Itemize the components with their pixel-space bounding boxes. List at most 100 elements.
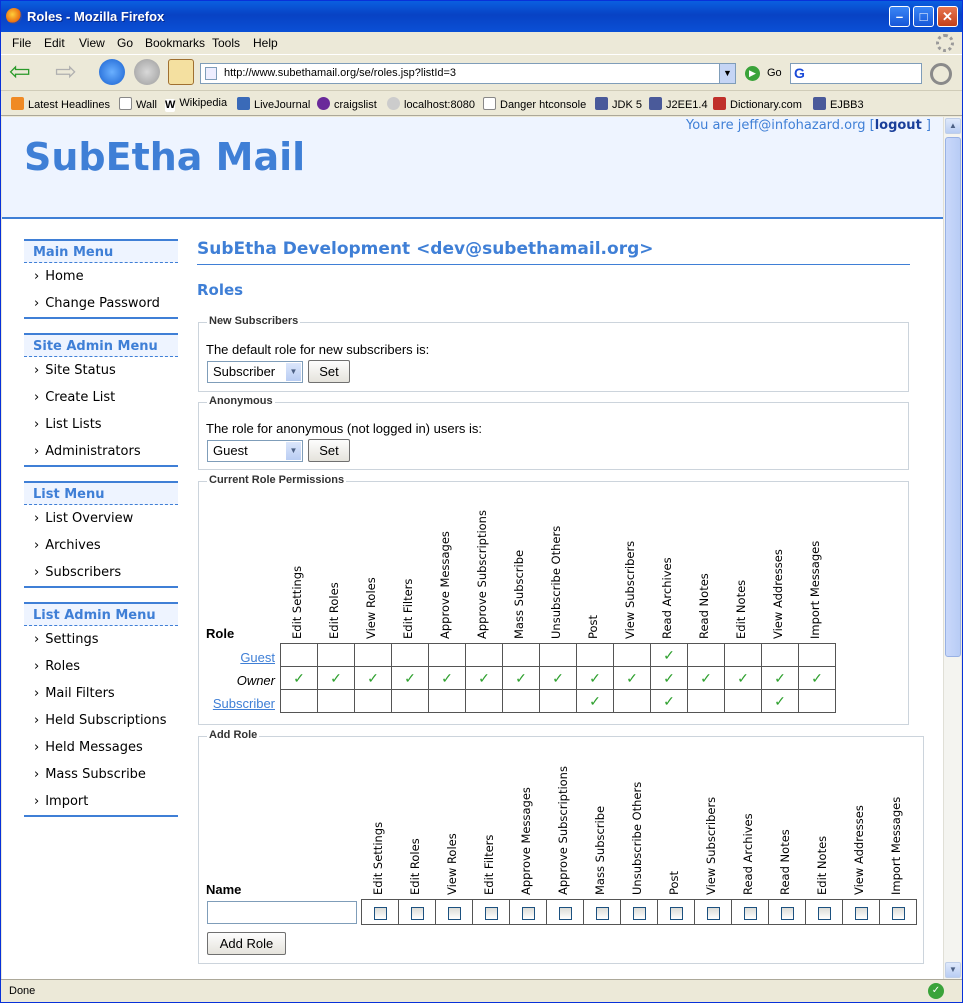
role-name-subscriber[interactable]: Subscriber bbox=[201, 696, 275, 711]
bookmark-jdk5[interactable]: JDK 5 bbox=[595, 97, 642, 111]
gear-icon[interactable] bbox=[930, 63, 952, 85]
permission-checkbox[interactable] bbox=[521, 906, 535, 920]
empty-cell bbox=[354, 689, 392, 713]
empty-cell bbox=[724, 689, 762, 713]
stop-icon[interactable] bbox=[134, 59, 160, 85]
logout-link[interactable]: logout bbox=[875, 118, 922, 133]
permission-cell bbox=[509, 899, 547, 925]
user-line: You are jeff@infohazard.org [logout ] bbox=[686, 118, 931, 133]
scroll-thumb[interactable] bbox=[945, 137, 961, 657]
permission-header: Edit Roles bbox=[408, 838, 422, 895]
google-search-icon: G bbox=[794, 65, 805, 81]
permission-checkbox[interactable] bbox=[484, 906, 498, 920]
sidebar-item-settings[interactable]: Settings bbox=[24, 626, 178, 653]
anonymous-role-text: The role for anonymous (not logged in) u… bbox=[206, 421, 483, 436]
sidebar-item-home[interactable]: Home bbox=[24, 263, 178, 290]
url-history-dropdown-icon[interactable]: ▼ bbox=[719, 64, 735, 83]
url-text[interactable]: http://www.subethamail.org/se/roles.jsp?… bbox=[224, 67, 456, 79]
permission-header: Edit Notes bbox=[734, 579, 748, 639]
permission-checkbox[interactable] bbox=[558, 906, 572, 920]
throbber-icon bbox=[936, 34, 954, 52]
permission-checkbox[interactable] bbox=[632, 906, 646, 920]
sidebar-item-roles[interactable]: Roles bbox=[24, 653, 178, 680]
permission-checkbox[interactable] bbox=[669, 906, 683, 920]
permission-checkbox[interactable] bbox=[854, 906, 868, 920]
add-role-button[interactable]: Add Role bbox=[207, 932, 286, 955]
menu-file[interactable]: File bbox=[12, 36, 31, 50]
bookmark-wall[interactable]: Wall bbox=[119, 97, 157, 111]
back-arrow-icon[interactable]: ⇦ bbox=[9, 58, 35, 85]
sidebar-item-subscribers[interactable]: Subscribers bbox=[24, 559, 178, 586]
bookmark-localhost[interactable]: localhost:8080 bbox=[387, 97, 475, 111]
maximize-button[interactable]: □ bbox=[913, 6, 934, 27]
empty-cell bbox=[317, 689, 355, 713]
permission-header: Post bbox=[586, 614, 600, 639]
permission-cell bbox=[472, 899, 510, 925]
close-button[interactable]: ✕ bbox=[937, 6, 958, 27]
minimize-button[interactable]: – bbox=[889, 6, 910, 27]
menu-edit[interactable]: Edit bbox=[44, 36, 65, 50]
menu-bookmarks[interactable]: Bookmarks bbox=[145, 36, 205, 50]
sidebar-item-site-status[interactable]: Site Status bbox=[24, 357, 178, 384]
check-icon: ✓ bbox=[650, 643, 688, 667]
sidebar-item-list-lists[interactable]: List Lists bbox=[24, 411, 178, 438]
sidebar-item-change-password[interactable]: Change Password bbox=[24, 290, 178, 317]
bookmark-latest-headlines[interactable]: Latest Headlines bbox=[11, 97, 110, 111]
status-text: Done bbox=[9, 985, 36, 997]
sidebar-item-archives[interactable]: Archives bbox=[24, 532, 178, 559]
role-name-input[interactable] bbox=[207, 901, 357, 924]
permission-header: Mass Subscribe bbox=[593, 805, 607, 895]
search-box[interactable]: G bbox=[790, 63, 922, 84]
permission-checkbox[interactable] bbox=[595, 906, 609, 920]
permission-checkbox[interactable] bbox=[817, 906, 831, 920]
go-label[interactable]: Go bbox=[767, 67, 782, 79]
bookmark-j2ee[interactable]: J2EE1.4 bbox=[649, 97, 708, 111]
empty-cell bbox=[317, 643, 355, 667]
sidebar-item-mail-filters[interactable]: Mail Filters bbox=[24, 680, 178, 707]
menu-go[interactable]: Go bbox=[117, 36, 133, 50]
scroll-up-icon[interactable]: ▲ bbox=[945, 118, 961, 134]
firefox-window: Roles - Mozilla Firefox – □ ✕ File Edit … bbox=[0, 0, 963, 1003]
go-icon[interactable]: ▶ bbox=[745, 66, 760, 81]
scroll-down-icon[interactable]: ▼ bbox=[945, 962, 961, 978]
permission-cell bbox=[842, 899, 880, 925]
permission-checkbox[interactable] bbox=[373, 906, 387, 920]
bookmark-craigslist[interactable]: craigslist bbox=[317, 97, 377, 111]
sidebar-item-list-overview[interactable]: List Overview bbox=[24, 505, 178, 532]
permission-cell bbox=[620, 899, 658, 925]
sidebar-item-import[interactable]: Import bbox=[24, 788, 178, 815]
permission-checkbox[interactable] bbox=[743, 906, 757, 920]
role-name-guest[interactable]: Guest bbox=[201, 650, 275, 665]
permission-checkbox[interactable] bbox=[780, 906, 794, 920]
sidebar-item-mass-subscribe[interactable]: Mass Subscribe bbox=[24, 761, 178, 788]
empty-cell bbox=[798, 643, 836, 667]
bookmark-wikipedia[interactable]: W Wikipedia bbox=[165, 97, 227, 112]
forward-arrow-icon[interactable]: ⇨ bbox=[55, 58, 81, 85]
menu-tools[interactable]: Tools bbox=[212, 36, 240, 50]
permission-checkbox[interactable] bbox=[447, 906, 461, 920]
set-anonymous-role-button[interactable]: Set bbox=[308, 439, 350, 462]
menu-help[interactable]: Help bbox=[253, 36, 278, 50]
permission-checkbox[interactable] bbox=[410, 906, 424, 920]
bookmark-dictionary[interactable]: Dictionary.com bbox=[713, 97, 802, 111]
sidebar-item-held-messages[interactable]: Held Messages bbox=[24, 734, 178, 761]
sidebar-item-held-subscriptions[interactable]: Held Subscriptions bbox=[24, 707, 178, 734]
vertical-scrollbar[interactable]: ▲ ▼ bbox=[943, 117, 961, 979]
empty-cell bbox=[502, 643, 540, 667]
permission-checkbox[interactable] bbox=[891, 906, 905, 920]
empty-cell bbox=[687, 643, 725, 667]
permission-checkbox[interactable] bbox=[706, 906, 720, 920]
default-role-select[interactable]: Subscriber ▼ bbox=[207, 361, 303, 383]
sidebar-item-administrators[interactable]: Administrators bbox=[24, 438, 178, 465]
check-icon: ✓ bbox=[576, 689, 614, 713]
bookmark-livejournal[interactable]: LiveJournal bbox=[237, 97, 310, 111]
sidebar-item-create-list[interactable]: Create List bbox=[24, 384, 178, 411]
home-icon[interactable] bbox=[168, 59, 194, 85]
url-bar[interactable]: http://www.subethamail.org/se/roles.jsp?… bbox=[200, 63, 736, 84]
menu-view[interactable]: View bbox=[79, 36, 105, 50]
bookmark-ejbb3[interactable]: EJBB3 bbox=[813, 97, 864, 111]
bookmark-danger-htconsole[interactable]: Danger htconsole bbox=[483, 97, 586, 111]
reload-icon[interactable] bbox=[99, 59, 125, 85]
anonymous-role-select[interactable]: Guest ▼ bbox=[207, 440, 303, 462]
set-default-role-button[interactable]: Set bbox=[308, 360, 350, 383]
